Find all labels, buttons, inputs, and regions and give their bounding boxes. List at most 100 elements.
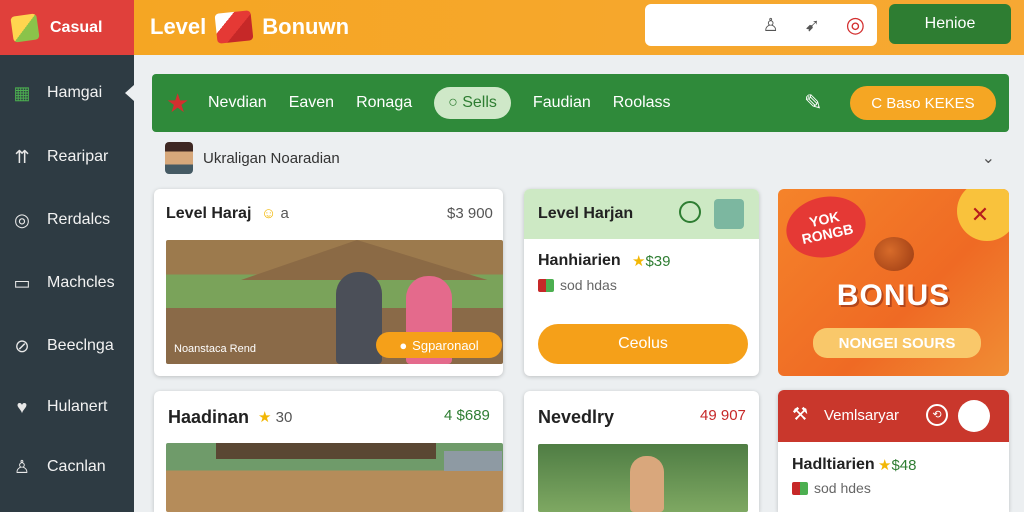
sidebar-item-rearipar[interactable]: ⇈ Rearipar <box>0 137 134 177</box>
tab-sells[interactable]: Sells <box>434 87 511 119</box>
clock-icon[interactable]: ⟲ <box>926 404 948 426</box>
card-meta: ☺ a <box>261 205 289 222</box>
listing-photo[interactable] <box>538 444 748 512</box>
card-price: 4 $689 <box>444 407 490 424</box>
star-icon: ★ <box>258 409 272 426</box>
listing-card-6[interactable]: ⚒ Vemlsaryar ⟲ Hadltiarien ★$48 sod hdes <box>778 390 1009 512</box>
sidebar-item-hamgai[interactable]: ▦ Hamgai <box>0 73 134 113</box>
bonus-button[interactable]: NONGEI SOURS <box>813 328 981 358</box>
hammer-icon: ⚒ <box>792 404 809 424</box>
bird-icon[interactable]: ➹ <box>805 15 820 36</box>
sidebar-item-rerdalcs[interactable]: ◎ Rerdalcs <box>0 200 134 240</box>
top-header: Level Bonuwn ♙ ➹ ◎ Henioe <box>134 0 1024 55</box>
card-sub: sod hdes <box>792 480 871 496</box>
star-icon: ★ <box>166 88 190 118</box>
card-price: ★$48 <box>878 457 917 474</box>
listing-card-5[interactable]: Nevedlry 49 907 <box>524 391 759 512</box>
card-line: Hadltiarien <box>792 456 875 473</box>
photo-button[interactable]: ● Sgparonaol <box>376 332 502 358</box>
user-row[interactable]: Ukraligan Noaradian ⌄ <box>165 142 995 174</box>
listing-card-1[interactable]: Level Haraj ☺ a $3 900 Noanstaca Rend ● S… <box>154 189 503 376</box>
bonus-title: BONUS <box>836 279 951 312</box>
card-meta: ★ 30 <box>258 409 293 426</box>
dot-icon: ● <box>399 337 408 353</box>
bonus-banner[interactable]: YOK RONGB ✕ BONUS NONGEI SOURS <box>778 189 1009 376</box>
listing-photo[interactable] <box>166 443 503 512</box>
brand-logo-icon <box>10 12 40 43</box>
tab-roolass[interactable]: Roolass <box>613 94 671 112</box>
card-header: ⚒ Vemlsaryar ⟲ <box>778 390 1009 442</box>
user-name: Ukraligan Noaradian <box>203 149 340 167</box>
card-title: Level Haraj <box>166 205 252 222</box>
users-icon: ⇈ <box>14 146 30 167</box>
listing-card-4[interactable]: Haadinan ★ 30 4 $689 <box>154 391 503 512</box>
roof-shape <box>216 443 436 459</box>
sidebar: Casual ▦ Hamgai ⇈ Rearipar ◎ Rerdalcs ▭ … <box>0 0 134 512</box>
tag-icon <box>538 278 554 292</box>
tab-nevdian[interactable]: Nevdian <box>208 94 267 112</box>
window-icon: ▭ <box>13 272 31 293</box>
card-price: ★$39 <box>632 253 671 270</box>
card-sub: sod hdas <box>538 277 617 293</box>
sidebar-item-label: Hulanert <box>47 398 108 415</box>
header-toolbox: ♙ ➹ ◎ <box>645 4 877 46</box>
person-figure <box>336 272 382 364</box>
star-icon: ★ <box>878 457 892 474</box>
sidebar-item-label: Cacnlan <box>47 458 106 475</box>
header-title: Level Bonuwn <box>150 10 350 44</box>
sidebar-item-beeclnga[interactable]: ⊘ Beeclnga <box>0 326 134 366</box>
sidebar-item-label: Machcles <box>47 274 115 291</box>
person-figure <box>630 456 664 512</box>
close-icon[interactable]: ✕ <box>957 189 1009 241</box>
pen-icon[interactable]: ✎ <box>804 90 822 116</box>
heart-icon: ♥ <box>16 396 28 417</box>
fruit-icon <box>874 237 914 271</box>
tab-faudian[interactable]: Faudian <box>533 94 591 112</box>
compass-icon: ⊘ <box>14 335 30 356</box>
box-icon: ▦ <box>13 82 31 103</box>
tab-ronaga[interactable]: Ronaga <box>356 94 412 112</box>
avatar <box>958 400 990 432</box>
coin-icon: ☺ <box>261 205 277 222</box>
avatar <box>165 142 193 174</box>
person-icon: ♙ <box>13 456 31 477</box>
card-price: $3 900 <box>447 205 493 222</box>
bonus-badge: YOK RONGB <box>780 189 872 265</box>
listing-photo[interactable]: Noanstaca Rend ● Sgparonaol <box>166 240 503 364</box>
star-icon: ★ <box>632 253 646 270</box>
card-title: Nevedlry <box>538 407 615 427</box>
sidebar-item-label: Hamgai <box>47 84 103 101</box>
avatar <box>714 199 744 229</box>
listing-card-2[interactable]: Level Harjan Hanhiarien ★$39 sod hdas Ce… <box>524 189 759 376</box>
photo-caption: Noanstaca Rend <box>174 343 256 355</box>
header-title-right: Bonuwn <box>262 14 350 39</box>
sidebar-item-label: Beeclnga <box>47 337 114 354</box>
header-title-left: Level <box>150 14 207 39</box>
tag-icon <box>792 481 808 495</box>
roof-shape <box>444 451 502 471</box>
sidebar-item-hulanert[interactable]: ♥ Hulanert <box>0 387 134 427</box>
user-icon[interactable]: ♙ <box>763 15 779 36</box>
sidebar-item-machcles[interactable]: ▭ Machcles <box>0 263 134 303</box>
card-action-button[interactable]: Ceolus <box>538 324 748 364</box>
tab-eaven[interactable]: Eaven <box>289 94 334 112</box>
target-icon: ◎ <box>14 209 30 230</box>
card-price: 49 907 <box>700 407 746 424</box>
header-action-button[interactable]: Henioe <box>889 4 1011 44</box>
chevron-down-icon[interactable]: ⌄ <box>982 148 995 168</box>
target-icon[interactable]: ◎ <box>846 12 865 38</box>
card-line: Hanhiarien <box>538 252 621 269</box>
card-title: Haadinan <box>168 407 250 427</box>
card-title: Level Harjan <box>538 205 634 222</box>
brand[interactable]: Casual <box>0 0 134 55</box>
sidebar-item-label: Rearipar <box>47 148 109 165</box>
sidebar-item-label: Rerdalcs <box>47 211 111 228</box>
status-circle-icon[interactable] <box>679 201 701 223</box>
tab-cta-button[interactable]: C Baso KEKES <box>850 86 996 120</box>
sidebar-item-cacnlan[interactable]: ♙ Cacnlan <box>0 447 134 487</box>
active-caret <box>125 85 134 101</box>
card-header-label: Vemlsaryar <box>824 407 900 424</box>
brand-label: Casual <box>50 18 103 36</box>
tab-bar: ★ Nevdian Eaven Ronaga Sells Faudian Roo… <box>152 74 1009 132</box>
header-logo-icon <box>214 10 254 44</box>
